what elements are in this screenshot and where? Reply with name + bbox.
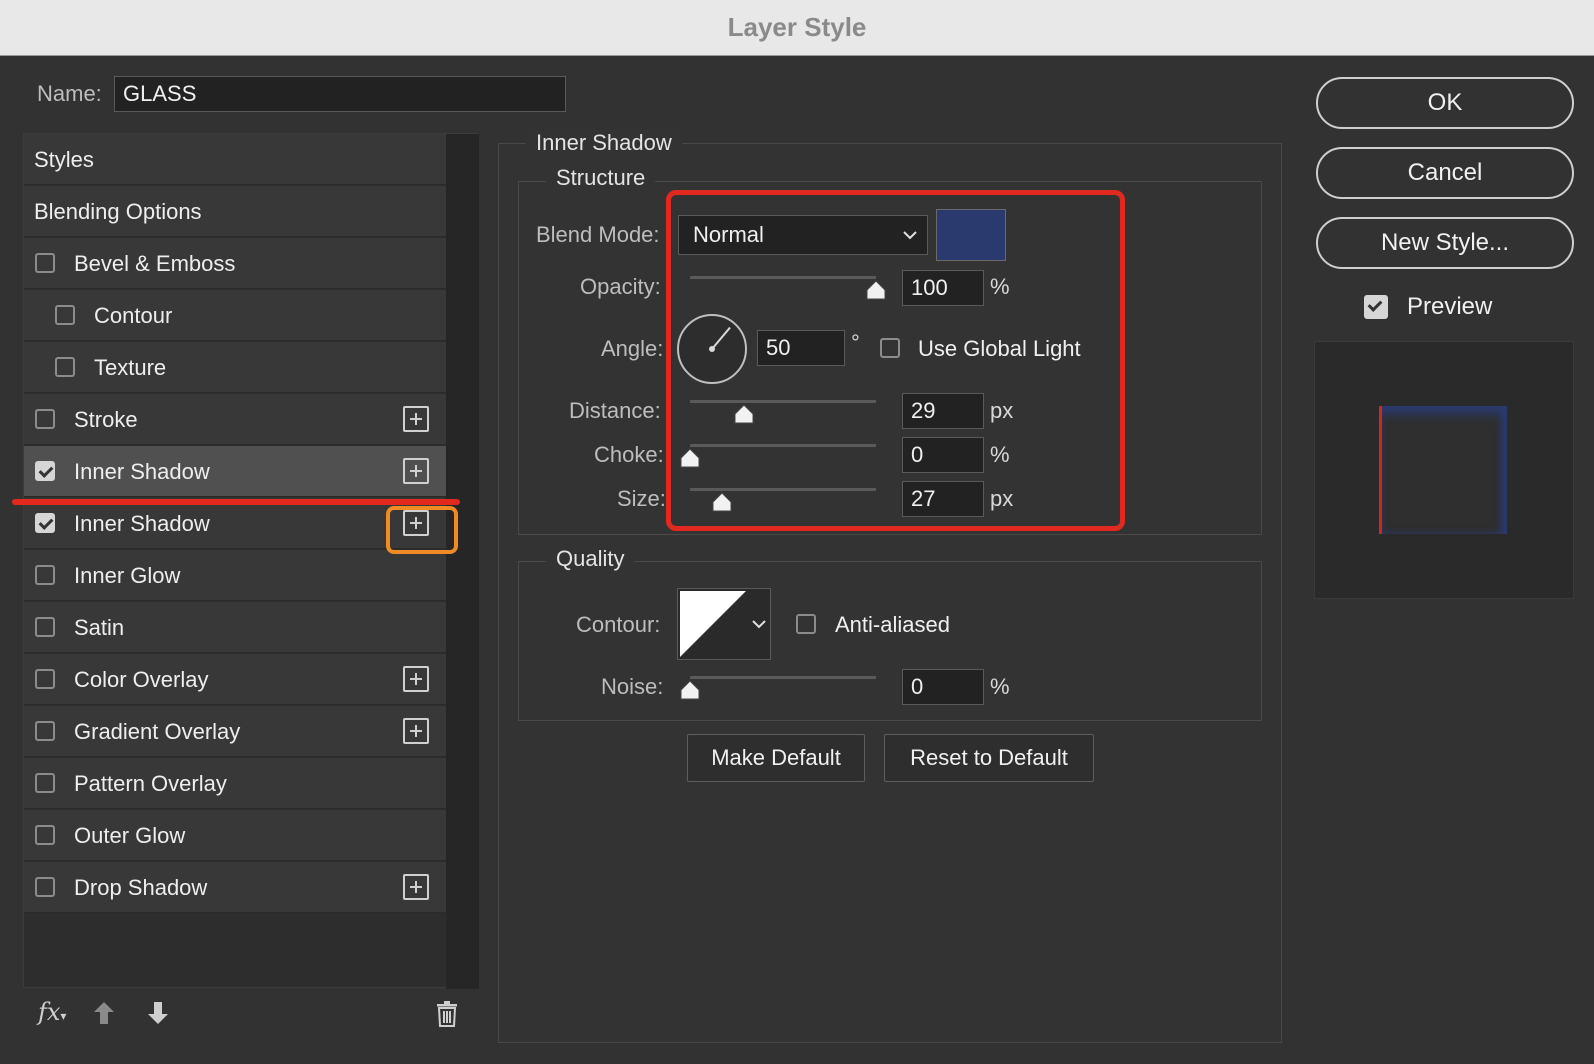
quality-title: Quality — [546, 546, 635, 572]
preview-swatch — [1379, 406, 1507, 534]
make-default-button[interactable]: Make Default — [687, 734, 865, 782]
style-list-item-label: Blending Options — [34, 199, 202, 224]
style-checkbox[interactable] — [35, 773, 55, 793]
style-list-item-label: Inner Shadow — [74, 459, 210, 484]
style-checkbox[interactable] — [35, 721, 55, 741]
style-checkbox[interactable] — [35, 253, 55, 273]
style-list-item-label: Contour — [94, 303, 173, 328]
add-style-plus-icon[interactable] — [403, 406, 429, 432]
style-list-item[interactable]: Gradient Overlay — [24, 706, 446, 757]
style-list-item-label: Styles — [34, 147, 94, 172]
style-list-item-label: Color Overlay — [74, 667, 209, 692]
style-list-item-label: Drop Shadow — [74, 875, 208, 900]
style-checkbox[interactable] — [35, 669, 55, 689]
choke-label: Choke: — [594, 442, 664, 467]
dialog-title: Layer Style — [0, 0, 1594, 56]
reset-to-default-button[interactable]: Reset to Default — [884, 734, 1094, 782]
cancel-button[interactable]: Cancel — [1316, 147, 1574, 199]
style-preview — [1314, 341, 1574, 599]
style-checkbox[interactable] — [35, 825, 55, 845]
contour-preview-icon — [680, 591, 746, 657]
style-list-item[interactable]: Texture — [24, 342, 446, 393]
style-list-item[interactable]: Contour — [24, 290, 446, 341]
noise-slider-thumb[interactable] — [679, 680, 701, 700]
add-style-plus-icon[interactable] — [403, 458, 429, 484]
style-list-item[interactable]: Bevel & Emboss — [24, 238, 446, 289]
noise-slider[interactable] — [690, 676, 876, 679]
style-checkbox[interactable] — [55, 357, 75, 377]
preview-checkbox[interactable] — [1364, 295, 1388, 319]
blend-mode-label: Blend Mode: — [536, 222, 660, 247]
style-list-item[interactable]: Satin — [24, 602, 446, 653]
styles-scrollbar[interactable] — [446, 134, 479, 989]
style-list-item[interactable]: Blending Options — [24, 186, 446, 237]
trash-icon[interactable] — [436, 1001, 458, 1027]
anti-aliased-label: Anti-aliased — [835, 612, 950, 637]
style-list-item-label: Stroke — [74, 407, 138, 432]
style-list-item[interactable]: Outer Glow — [24, 810, 446, 861]
name-input[interactable]: GLASS — [114, 76, 566, 112]
style-list-item[interactable]: Inner Glow — [24, 550, 446, 601]
arrow-up-icon[interactable] — [92, 1000, 116, 1026]
style-list-item[interactable]: Pattern Overlay — [24, 758, 446, 809]
style-checkbox[interactable] — [35, 617, 55, 637]
annotation-red-underline — [12, 499, 460, 505]
style-list-item-label: Pattern Overlay — [74, 771, 227, 796]
style-list-item[interactable]: Styles — [24, 134, 446, 185]
style-checkbox[interactable] — [35, 513, 55, 533]
style-list-item-label: Texture — [94, 355, 167, 380]
anti-aliased-checkbox[interactable] — [796, 614, 816, 634]
style-list-item-label: Inner Glow — [74, 563, 181, 588]
contour-chevron-down-icon — [752, 620, 766, 629]
style-list-item-label: Inner Shadow — [74, 511, 210, 536]
style-list-item-label: Bevel & Emboss — [74, 251, 236, 276]
add-style-plus-icon[interactable] — [403, 874, 429, 900]
style-list-item[interactable]: Inner Shadow — [24, 498, 446, 549]
opacity-label: Opacity: — [580, 274, 661, 299]
contour-picker[interactable] — [677, 588, 771, 660]
style-checkbox[interactable] — [35, 877, 55, 897]
style-checkbox[interactable] — [35, 565, 55, 585]
section-title: Inner Shadow — [526, 130, 682, 156]
angle-label: Angle: — [601, 336, 664, 361]
styles-list: Styles Blending Options Bevel & Emboss Cont… — [24, 134, 446, 914]
style-list-item-label: Outer Glow — [74, 823, 186, 848]
styles-panel: Styles Blending Options Bevel & Emboss Cont… — [23, 133, 479, 989]
structure-title: Structure — [546, 165, 656, 191]
style-checkbox[interactable] — [35, 461, 55, 481]
noise-input[interactable]: 0 — [902, 669, 984, 705]
style-list-item-label: Gradient Overlay — [74, 719, 241, 744]
add-style-plus-icon[interactable] — [403, 666, 429, 692]
size-label: Size: — [617, 486, 666, 511]
annotation-red-highlight-box — [666, 190, 1125, 531]
style-checkbox[interactable] — [55, 305, 75, 325]
style-list-item[interactable]: Drop Shadow — [24, 862, 446, 913]
add-style-plus-icon[interactable] — [403, 718, 429, 744]
distance-label: Distance: — [569, 398, 661, 423]
arrow-down-icon[interactable] — [146, 1000, 170, 1026]
noise-label: Noise: — [601, 674, 664, 699]
style-checkbox[interactable] — [35, 409, 55, 429]
noise-unit: % — [990, 674, 1010, 699]
annotation-orange-highlight-box — [386, 506, 458, 554]
new-style-button[interactable]: New Style... — [1316, 217, 1574, 269]
contour-label: Contour: — [576, 612, 661, 637]
preview-label: Preview — [1407, 293, 1493, 320]
fx-label: fx — [38, 998, 61, 1026]
fx-icon[interactable]: fx▾ — [38, 998, 66, 1026]
style-list-item[interactable]: Stroke — [24, 394, 446, 445]
style-list-item-label: Satin — [74, 615, 125, 640]
style-list-item[interactable]: Inner Shadow — [24, 446, 446, 497]
name-label: Name: — [37, 81, 102, 106]
style-list-item[interactable]: Color Overlay — [24, 654, 446, 705]
ok-button[interactable]: OK — [1316, 77, 1574, 129]
